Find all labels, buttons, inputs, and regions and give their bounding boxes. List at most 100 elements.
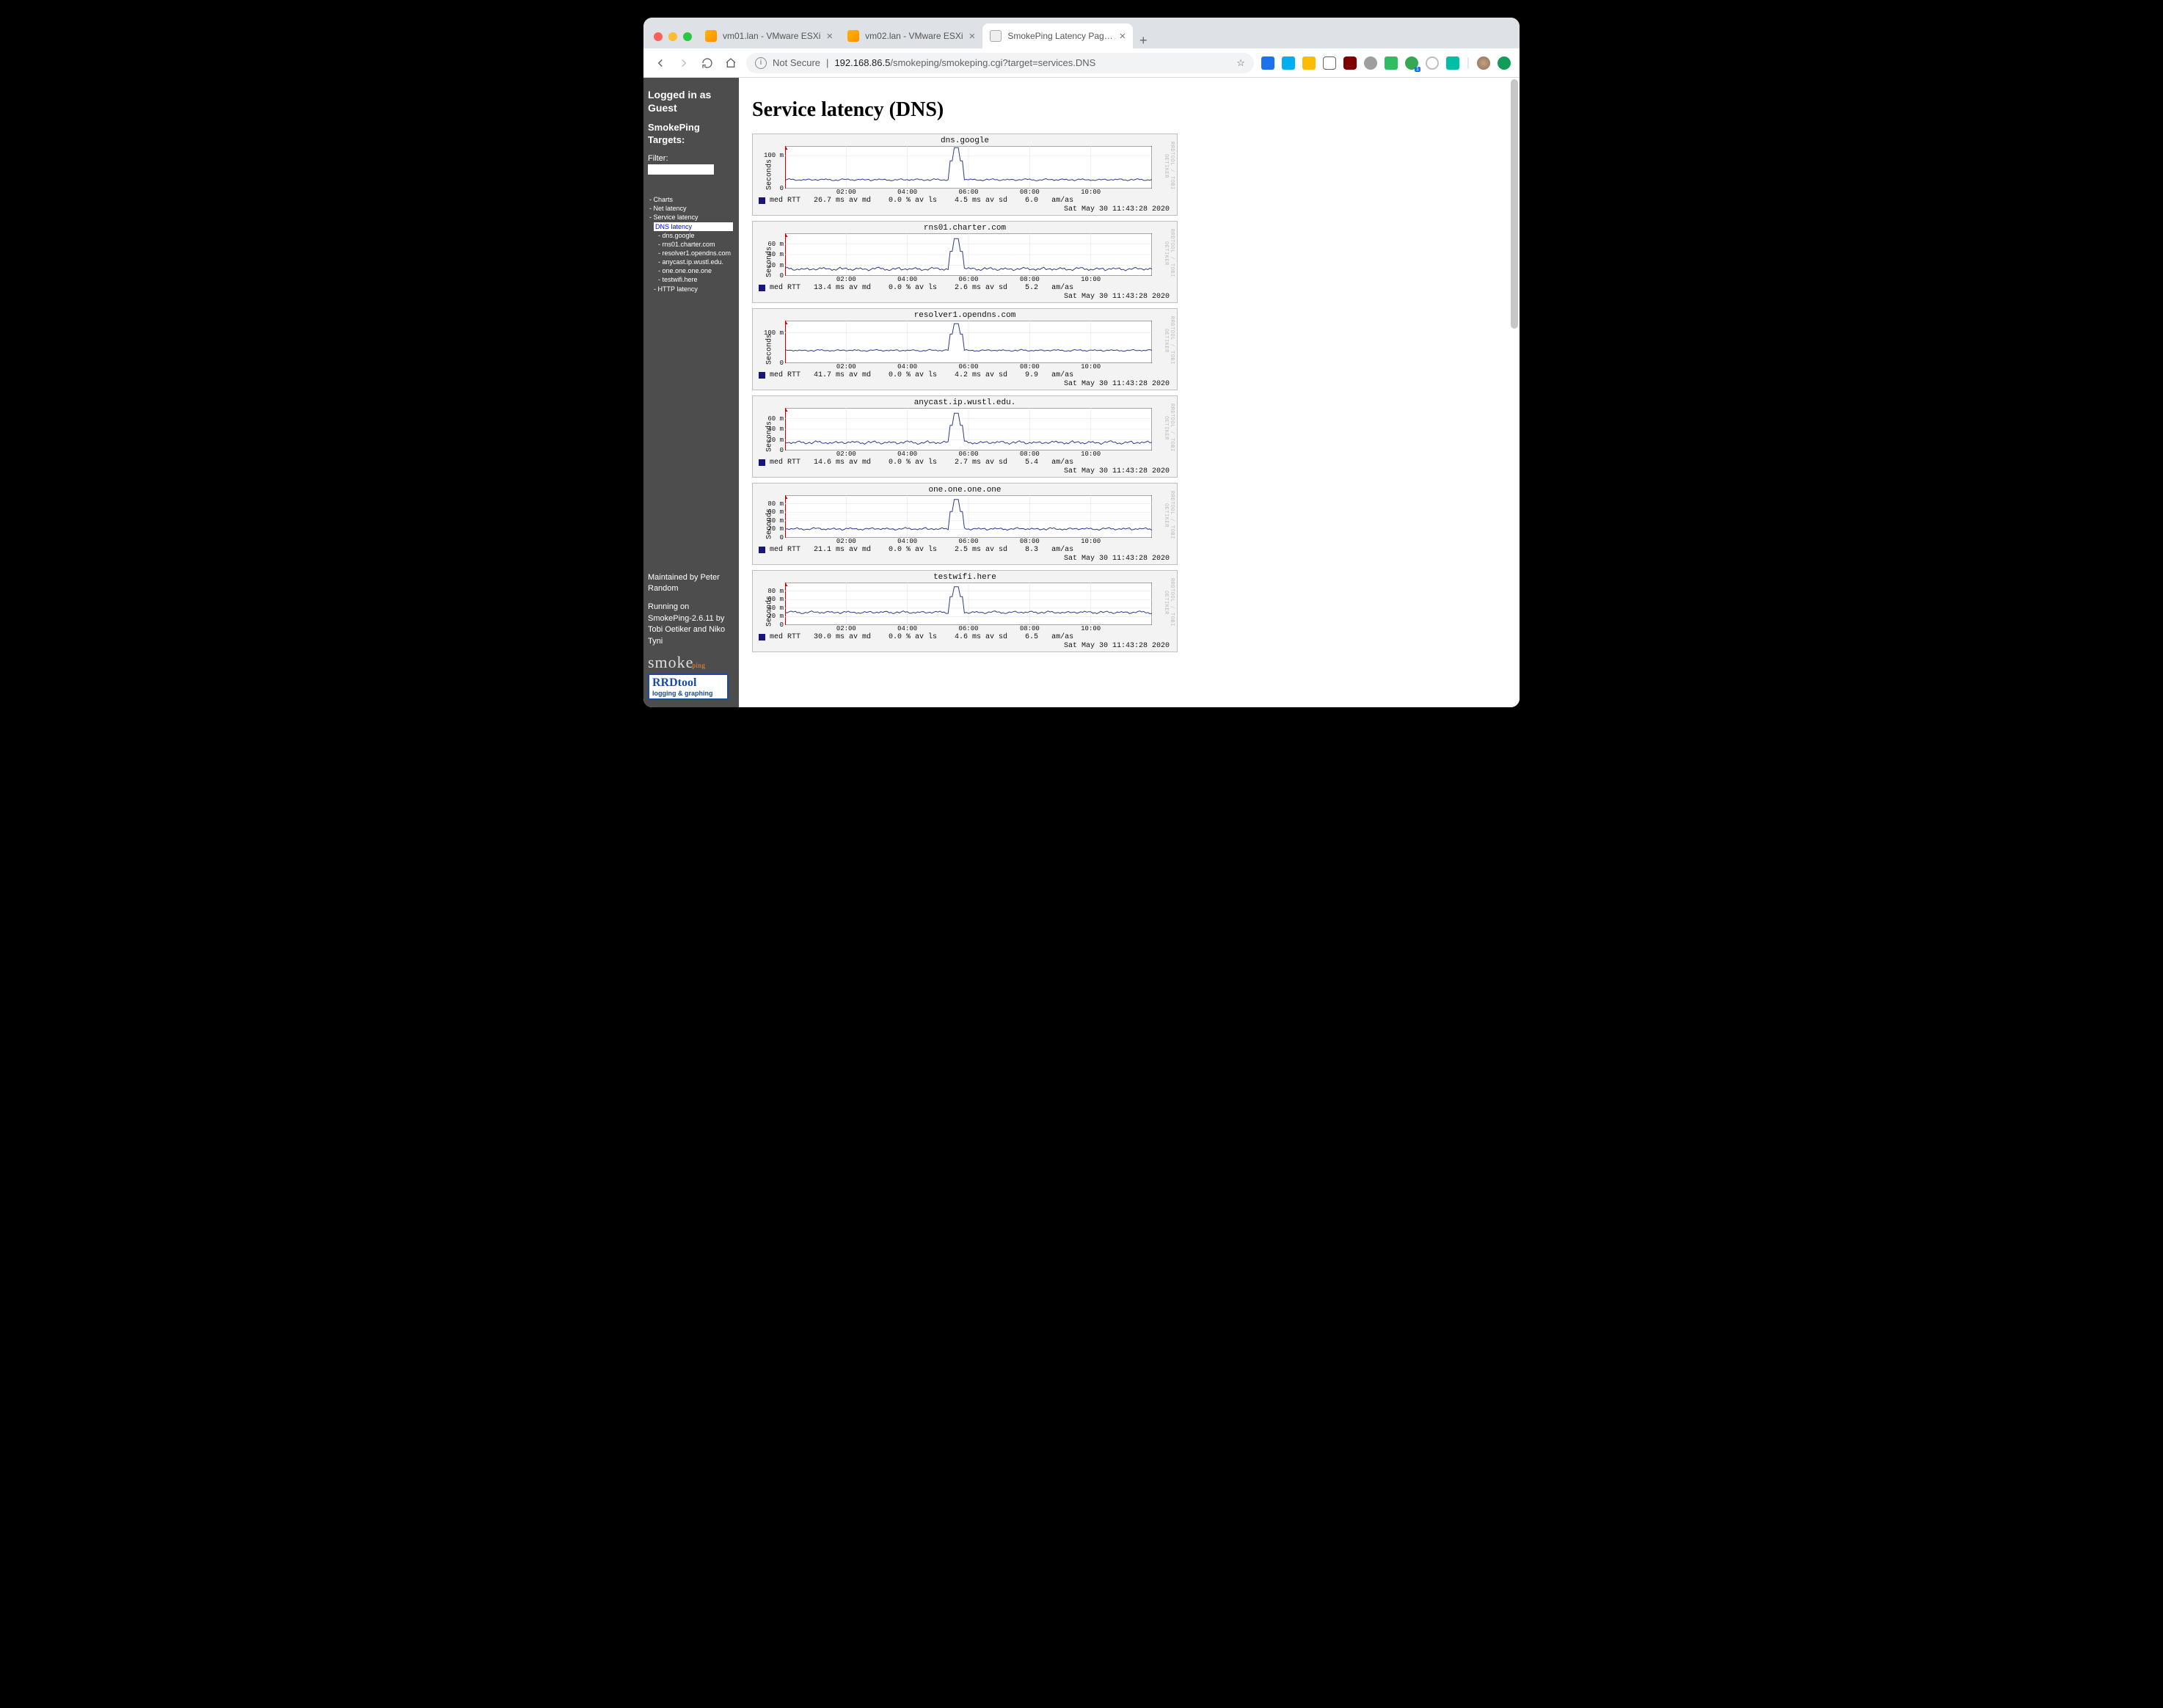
page-title: Service latency (DNS) bbox=[752, 98, 1506, 122]
chart-title: rns01.charter.com bbox=[754, 223, 1175, 233]
legend-swatch-icon bbox=[759, 459, 765, 466]
smokeping-logo[interactable]: smokeping bbox=[648, 653, 734, 674]
vertical-scrollbar[interactable] bbox=[1511, 79, 1518, 329]
close-tab-icon[interactable]: × bbox=[969, 30, 976, 43]
chart-plot bbox=[785, 583, 1152, 625]
tab-strip: vm01.lan - VMware ESXi×vm02.lan - VMware… bbox=[643, 18, 1520, 48]
ext-icon-10[interactable] bbox=[1446, 56, 1459, 70]
nav-tree-item[interactable]: - rns01.charter.com bbox=[648, 240, 734, 249]
close-tab-icon[interactable]: × bbox=[1120, 30, 1126, 43]
chart-yticks: 0100 m bbox=[766, 321, 785, 363]
chart-timestamp: Sat May 30 11:43:28 2020 bbox=[1064, 205, 1170, 213]
latency-chart[interactable]: resolver1.opendns.comSecondsRRDTOOL / TO… bbox=[752, 308, 1178, 390]
vmware-favicon bbox=[847, 30, 859, 42]
ublock-icon[interactable] bbox=[1343, 56, 1357, 70]
chart-plot bbox=[785, 408, 1152, 450]
ext-icon-2[interactable] bbox=[1282, 56, 1295, 70]
chart-yticks: 020 m40 m60 m bbox=[766, 233, 785, 276]
chart-legend: med RTT 30.0 ms av md 0.0 % av ls 4.6 ms… bbox=[759, 633, 1073, 641]
browser-tab[interactable]: SmokePing Latency Page for S × bbox=[982, 23, 1133, 48]
browser-toolbar: i Not Secure | 192.168.86.5/smokeping/sm… bbox=[643, 48, 1520, 78]
chart-watermark: RRDTOOL / TOBI OETIKER bbox=[1167, 575, 1175, 629]
ext-icon-6[interactable] bbox=[1364, 56, 1377, 70]
filter-input[interactable] bbox=[648, 164, 714, 175]
profile-avatar[interactable] bbox=[1477, 56, 1490, 70]
chart-yticks: 020 m40 m60 m bbox=[766, 408, 785, 450]
sidebar: Logged in as Guest SmokePing Targets: Fi… bbox=[643, 78, 739, 707]
chart-watermark: RRDTOOL / TOBI OETIKER bbox=[1167, 401, 1175, 455]
browser-window: vm01.lan - VMware ESXi×vm02.lan - VMware… bbox=[643, 18, 1520, 707]
nav-tree-item[interactable]: - Service latency bbox=[648, 213, 734, 222]
url-separator: | bbox=[826, 57, 828, 68]
nav-tree-item[interactable]: - anycast.ip.wustl.edu. bbox=[648, 258, 734, 266]
chart-watermark: RRDTOOL / TOBI OETIKER bbox=[1167, 226, 1175, 280]
ext-separator: | bbox=[1467, 56, 1470, 70]
chart-yticks: 020 m40 m60 m80 m bbox=[766, 583, 785, 625]
latency-chart[interactable]: one.one.one.oneSecondsRRDTOOL / TOBI OET… bbox=[752, 483, 1178, 565]
close-tab-icon[interactable]: × bbox=[826, 30, 833, 43]
ext-icon-8[interactable]: 1 bbox=[1405, 56, 1418, 70]
chart-timestamp: Sat May 30 11:43:28 2020 bbox=[1064, 555, 1170, 563]
window-controls bbox=[651, 32, 698, 48]
chart-plot bbox=[785, 233, 1152, 276]
chart-timestamp: Sat May 30 11:43:28 2020 bbox=[1064, 293, 1170, 301]
minimize-window-button[interactable] bbox=[668, 32, 677, 41]
globe-favicon bbox=[990, 30, 1002, 42]
chart-plot bbox=[785, 321, 1152, 363]
tab-title: SmokePing Latency Page for S bbox=[1007, 31, 1113, 41]
reload-button[interactable] bbox=[699, 55, 715, 71]
filter-label: Filter: bbox=[648, 154, 734, 163]
latency-chart[interactable]: rns01.charter.comSecondsRRDTOOL / TOBI O… bbox=[752, 221, 1178, 303]
nav-tree-item[interactable]: - one.one.one.one bbox=[648, 266, 734, 275]
chart-watermark: RRDTOOL / TOBI OETIKER bbox=[1167, 313, 1175, 368]
nav-tree-item[interactable]: DNS latency bbox=[648, 222, 734, 231]
chart-timestamp: Sat May 30 11:43:28 2020 bbox=[1064, 642, 1170, 650]
nav-tree-item[interactable]: - dns.google bbox=[648, 231, 734, 240]
tab-title: vm02.lan - VMware ESXi bbox=[865, 31, 963, 41]
maximize-window-button[interactable] bbox=[683, 32, 692, 41]
browser-tab[interactable]: vm02.lan - VMware ESXi × bbox=[840, 23, 982, 48]
chart-watermark: RRDTOOL / TOBI OETIKER bbox=[1167, 488, 1175, 542]
latency-chart[interactable]: anycast.ip.wustl.edu.SecondsRRDTOOL / TO… bbox=[752, 395, 1178, 478]
nav-tree-item[interactable]: - HTTP latency bbox=[648, 285, 734, 293]
latency-chart[interactable]: testwifi.hereSecondsRRDTOOL / TOBI OETIK… bbox=[752, 570, 1178, 652]
chart-legend: med RTT 41.7 ms av md 0.0 % av ls 4.2 ms… bbox=[759, 371, 1073, 379]
chart-title: one.one.one.one bbox=[754, 485, 1175, 495]
chart-yticks: 020 m40 m60 m80 m bbox=[766, 495, 785, 538]
nav-tree-item[interactable]: - resolver1.opendns.com bbox=[648, 249, 734, 258]
home-button[interactable] bbox=[723, 55, 739, 71]
page-content: Logged in as Guest SmokePing Targets: Fi… bbox=[643, 78, 1520, 707]
chart-plot bbox=[785, 495, 1152, 538]
chart-timestamp: Sat May 30 11:43:28 2020 bbox=[1064, 380, 1170, 388]
chart-yticks: 0100 m bbox=[766, 146, 785, 189]
rrdtool-logo[interactable]: RRDtool logging & graphing bbox=[648, 674, 729, 700]
ext-icon-1[interactable] bbox=[1261, 56, 1274, 70]
chart-plot bbox=[785, 146, 1152, 189]
chart-legend: med RTT 26.7 ms av md 0.0 % av ls 4.5 ms… bbox=[759, 197, 1073, 205]
nav-tree-item[interactable]: - Charts bbox=[648, 195, 734, 204]
pocket-icon[interactable] bbox=[1323, 56, 1336, 70]
close-window-button[interactable] bbox=[654, 32, 663, 41]
new-tab-button[interactable]: + bbox=[1133, 33, 1153, 48]
ext-icon-9[interactable] bbox=[1426, 56, 1439, 70]
bookmark-star-icon[interactable]: ☆ bbox=[1236, 57, 1245, 69]
latency-chart[interactable]: dns.googleSecondsRRDTOOL / TOBI OETIKER0… bbox=[752, 134, 1178, 216]
browser-tab[interactable]: vm01.lan - VMware ESXi × bbox=[698, 23, 840, 48]
ext-icon-3[interactable] bbox=[1302, 56, 1316, 70]
chart-watermark: RRDTOOL / TOBI OETIKER bbox=[1167, 139, 1175, 193]
tab-title: vm01.lan - VMware ESXi bbox=[723, 31, 820, 41]
address-bar[interactable]: i Not Secure | 192.168.86.5/smokeping/sm… bbox=[746, 53, 1254, 73]
chart-legend: med RTT 14.6 ms av md 0.0 % av ls 2.7 ms… bbox=[759, 459, 1073, 467]
legend-swatch-icon bbox=[759, 634, 765, 640]
back-button[interactable] bbox=[652, 55, 668, 71]
url-path: /smokeping/smokeping.cgi?target=services… bbox=[890, 57, 1095, 68]
main-panel: Service latency (DNS) dns.googleSecondsR… bbox=[739, 78, 1520, 707]
ext-icon-12[interactable] bbox=[1498, 56, 1511, 70]
legend-swatch-icon bbox=[759, 372, 765, 379]
forward-button[interactable] bbox=[676, 55, 692, 71]
chart-title: testwifi.here bbox=[754, 572, 1175, 583]
nav-tree-item[interactable]: - Net latency bbox=[648, 204, 734, 213]
evernote-icon[interactable] bbox=[1385, 56, 1398, 70]
site-info-icon[interactable]: i bbox=[755, 57, 767, 69]
nav-tree-item[interactable]: - testwifi.here bbox=[648, 275, 734, 284]
